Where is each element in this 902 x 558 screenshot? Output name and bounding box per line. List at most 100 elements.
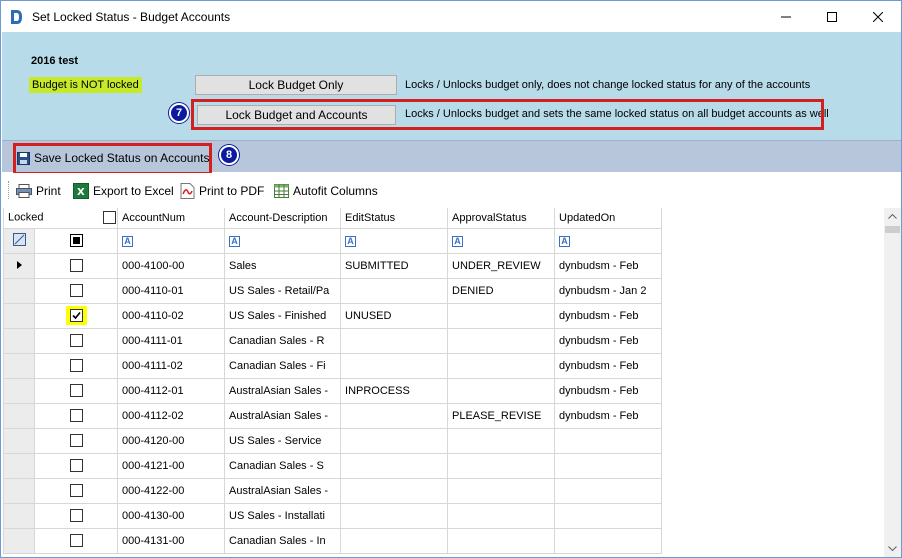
account-num-cell[interactable]: 000-4111-01 — [117, 327, 226, 354]
filter-account-description[interactable]: A — [224, 227, 342, 254]
locked-checkbox[interactable] — [69, 359, 83, 372]
edit-status-cell[interactable] — [340, 527, 449, 554]
edit-status-cell[interactable] — [340, 477, 449, 504]
locked-checkbox[interactable] — [69, 509, 83, 522]
updated-on-cell[interactable] — [554, 527, 663, 554]
edit-status-cell[interactable] — [340, 452, 449, 479]
account-description-cell[interactable]: Canadian Sales - S — [224, 452, 342, 479]
approval-status-cell[interactable] — [447, 477, 556, 504]
locked-cell[interactable] — [33, 277, 119, 304]
table-row[interactable]: 000-4110-01 US Sales - Retail/Pa DENIED dyn… — [3, 277, 663, 304]
updated-on-cell[interactable] — [554, 502, 663, 529]
locked-checkbox[interactable] — [69, 409, 83, 422]
updated-on-cell[interactable]: dynbudsm - Feb — [554, 402, 663, 429]
locked-cell[interactable] — [33, 502, 119, 529]
updated-on-cell[interactable] — [554, 452, 663, 479]
table-row[interactable]: 000-4122-00 AustralAsian Sales - — [3, 477, 663, 504]
account-num-cell[interactable]: 000-4120-00 — [117, 427, 226, 454]
row-selector[interactable] — [3, 352, 35, 379]
account-description-cell[interactable]: Canadian Sales - R — [224, 327, 342, 354]
edit-status-cell[interactable]: SUBMITTED — [340, 252, 449, 279]
select-all-checkbox[interactable] — [102, 211, 116, 225]
table-row[interactable]: 000-4131-00 Canadian Sales - In — [3, 527, 663, 554]
account-num-cell[interactable]: 000-4110-01 — [117, 277, 226, 304]
approval-status-cell[interactable] — [447, 502, 556, 529]
print-to-pdf-button[interactable]: Print to PDF — [180, 182, 264, 200]
approval-status-cell[interactable] — [447, 452, 556, 479]
edit-status-cell[interactable]: UNUSED — [340, 302, 449, 329]
updated-on-cell[interactable]: dynbudsm - Jan 2 — [554, 277, 663, 304]
table-row[interactable]: 000-4121-00 Canadian Sales - S — [3, 452, 663, 479]
filter-locked-cell[interactable] — [33, 227, 119, 254]
updated-on-cell[interactable]: dynbudsm - Feb — [554, 352, 663, 379]
account-num-cell[interactable]: 000-4121-00 — [117, 452, 226, 479]
account-num-cell[interactable]: 000-4111-02 — [117, 352, 226, 379]
table-row[interactable]: 000-4111-01 Canadian Sales - R dynbudsm - … — [3, 327, 663, 354]
account-num-cell[interactable]: 000-4100-00 — [117, 252, 226, 279]
column-header-accountnum[interactable]: AccountNum — [117, 208, 226, 229]
table-row[interactable]: 000-4112-02 AustralAsian Sales - PLEASE_RE… — [3, 402, 663, 429]
row-selector[interactable] — [3, 377, 35, 404]
autofit-columns-button[interactable]: Autofit Columns — [274, 182, 378, 200]
table-row[interactable]: 000-4120-00 US Sales - Service — [3, 427, 663, 454]
maximize-button[interactable] — [809, 1, 855, 32]
approval-status-cell[interactable] — [447, 527, 556, 554]
account-description-cell[interactable]: US Sales - Retail/Pa — [224, 277, 342, 304]
column-header-approvalstatus[interactable]: ApprovalStatus — [447, 208, 556, 229]
updated-on-cell[interactable]: dynbudsm - Feb — [554, 252, 663, 279]
updated-on-cell[interactable]: dynbudsm - Feb — [554, 377, 663, 404]
account-num-cell[interactable]: 000-4130-00 — [117, 502, 226, 529]
account-num-cell[interactable]: 000-4112-02 — [117, 402, 226, 429]
column-header-account-description[interactable]: Account-Description — [224, 208, 342, 229]
close-button[interactable] — [855, 1, 901, 32]
column-header-updatedon[interactable]: UpdatedOn — [554, 208, 663, 229]
row-selector[interactable] — [3, 527, 35, 554]
locked-cell[interactable] — [33, 302, 119, 329]
locked-cell[interactable] — [33, 477, 119, 504]
locked-cell[interactable] — [33, 352, 119, 379]
row-selector[interactable] — [3, 427, 35, 454]
filter-row-selector[interactable] — [3, 227, 35, 254]
row-selector[interactable] — [3, 402, 35, 429]
lock-budget-only-button[interactable]: Lock Budget Only — [195, 75, 397, 95]
table-row[interactable]: 000-4110-02 US Sales - Finished UNUSED dynb… — [3, 302, 663, 329]
locked-checkbox[interactable] — [69, 309, 83, 322]
edit-status-cell[interactable] — [340, 427, 449, 454]
locked-checkbox[interactable] — [69, 259, 83, 272]
filter-updatedon[interactable]: A — [554, 227, 663, 254]
locked-checkbox[interactable] — [69, 434, 83, 447]
updated-on-cell[interactable]: dynbudsm - Feb — [554, 302, 663, 329]
export-to-excel-button[interactable]: X Export to Excel — [73, 182, 174, 200]
account-num-cell[interactable]: 000-4131-00 — [117, 527, 226, 554]
filter-approvalstatus[interactable]: A — [447, 227, 556, 254]
locked-cell[interactable] — [33, 527, 119, 554]
approval-status-cell[interactable]: DENIED — [447, 277, 556, 304]
account-num-cell[interactable]: 000-4122-00 — [117, 477, 226, 504]
column-header-editstatus[interactable]: EditStatus — [340, 208, 449, 229]
locked-checkbox[interactable] — [69, 484, 83, 497]
approval-status-cell[interactable]: UNDER_REVIEW — [447, 252, 556, 279]
locked-checkbox[interactable] — [69, 534, 83, 547]
filter-editstatus[interactable]: A — [340, 227, 449, 254]
approval-status-cell[interactable] — [447, 377, 556, 404]
locked-cell[interactable] — [33, 252, 119, 279]
account-description-cell[interactable]: US Sales - Installati — [224, 502, 342, 529]
edit-status-cell[interactable] — [340, 277, 449, 304]
title-bar[interactable]: Set Locked Status - Budget Accounts — [1, 1, 901, 32]
locked-cell[interactable] — [33, 377, 119, 404]
table-row[interactable]: 000-4130-00 US Sales - Installati — [3, 502, 663, 529]
approval-status-cell[interactable] — [447, 327, 556, 354]
minimize-button[interactable] — [763, 1, 809, 32]
print-button[interactable]: Print — [16, 182, 61, 200]
row-selector[interactable] — [3, 277, 35, 304]
account-description-cell[interactable]: US Sales - Finished — [224, 302, 342, 329]
table-row[interactable]: 000-4111-02 Canadian Sales - Fi dynbudsm -… — [3, 352, 663, 379]
row-selector[interactable] — [3, 477, 35, 504]
account-description-cell[interactable]: AustralAsian Sales - — [224, 477, 342, 504]
account-description-cell[interactable]: AustralAsian Sales - — [224, 377, 342, 404]
account-description-cell[interactable]: Canadian Sales - Fi — [224, 352, 342, 379]
account-description-cell[interactable]: Canadian Sales - In — [224, 527, 342, 554]
locked-checkbox[interactable] — [69, 284, 83, 297]
row-selector[interactable] — [3, 327, 35, 354]
locked-checkbox[interactable] — [69, 384, 83, 397]
